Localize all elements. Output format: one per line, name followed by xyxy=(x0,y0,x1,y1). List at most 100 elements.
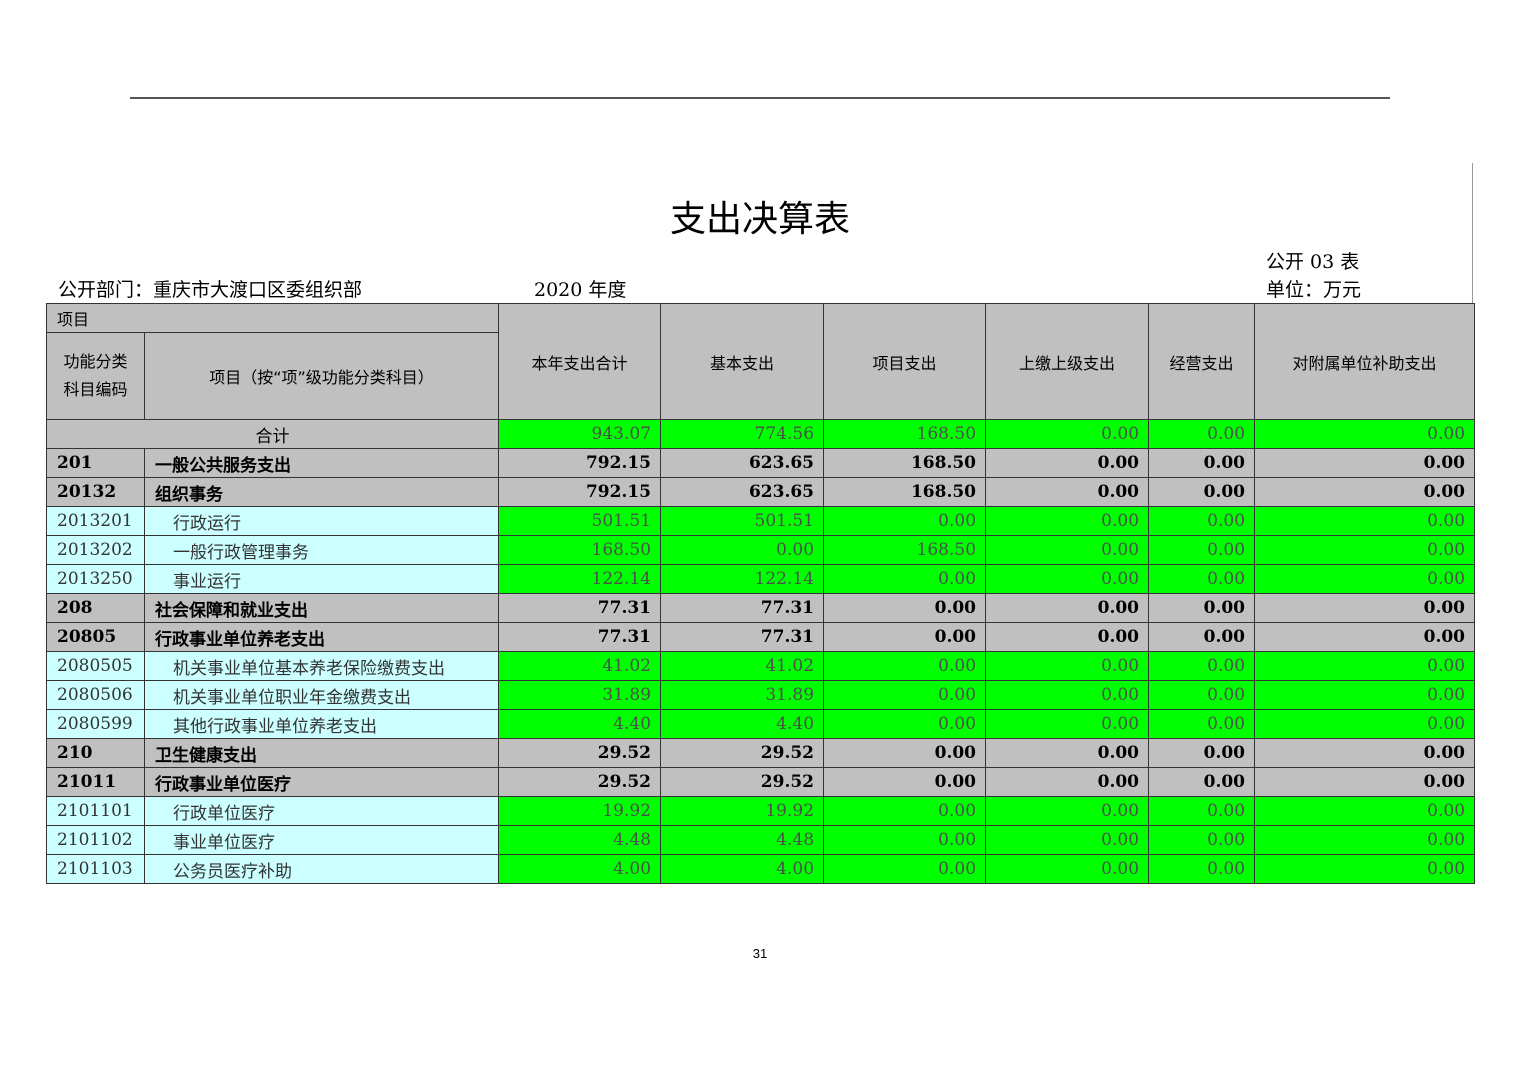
amount-cell: 168.50 xyxy=(823,477,987,507)
header-total: 本年支出合计 xyxy=(498,303,662,420)
amount-cell: 0.00 xyxy=(1148,680,1256,710)
page-number: 31 xyxy=(752,946,768,961)
amount-cell: 0.00 xyxy=(823,680,987,710)
amount-cell: 0.00 xyxy=(823,709,987,739)
amount-cell: 19.92 xyxy=(498,796,662,826)
table-row: 2013250 事业运行 122.14 122.14 0.00 0.00 0.00 0.00 xyxy=(46,564,1476,594)
subject-name: 行政运行 xyxy=(143,506,500,536)
amount-cell: 31.89 xyxy=(660,680,825,710)
amount-cell: 623.65 xyxy=(660,477,825,507)
amount-cell: 0.00 xyxy=(1148,854,1256,884)
table-row-category: 201 一般公共服务支出 792.15 623.65 168.50 0.00 0.00 0.0… xyxy=(46,448,1476,478)
amount-cell: 0.00 xyxy=(1148,564,1256,594)
amount-cell: 0.00 xyxy=(1148,593,1256,623)
table-row: 2080506 机关事业单位职业年金缴费支出 31.89 31.89 0.00 0.00 0… xyxy=(46,680,1476,710)
amount-cell: 77.31 xyxy=(660,622,825,652)
subject-name: 事业运行 xyxy=(143,564,500,594)
amount-cell: 0.00 xyxy=(1148,825,1256,855)
amount-cell: 0.00 xyxy=(823,622,987,652)
amount-cell: 0.00 xyxy=(1254,709,1476,739)
table-row: 2013202 一般行政管理事务 168.50 0.00 168.50 0.00 0.00 0… xyxy=(46,535,1476,565)
amount-cell: 0.00 xyxy=(985,709,1150,739)
amount-cell: 31.89 xyxy=(498,680,662,710)
amount-cell: 122.14 xyxy=(498,564,662,594)
total-cell: 0.00 xyxy=(1148,419,1256,449)
subject-code: 21011 xyxy=(46,767,145,797)
amount-cell: 4.00 xyxy=(660,854,825,884)
amount-cell: 0.00 xyxy=(985,506,1150,536)
subject-code: 2080599 xyxy=(46,709,145,739)
header-project-expense: 项目支出 xyxy=(823,303,987,420)
amount-cell: 4.40 xyxy=(498,709,662,739)
amount-cell: 501.51 xyxy=(660,506,825,536)
amount-cell: 0.00 xyxy=(823,506,987,536)
subject-name: 行政事业单位医疗 xyxy=(143,767,500,797)
amount-cell: 41.02 xyxy=(498,651,662,681)
table-row-category: 208 社会保障和就业支出 77.31 77.31 0.00 0.00 0.00 0.00 xyxy=(46,593,1476,623)
total-cell: 168.50 xyxy=(823,419,987,449)
header-subsidiary: 对附属单位补助支出 xyxy=(1254,303,1476,420)
table-row-category: 21011 行政事业单位医疗 29.52 29.52 0.00 0.00 0.00 0.00 xyxy=(46,767,1476,797)
amount-cell: 0.00 xyxy=(1148,767,1256,797)
table-row: 2013201 行政运行 501.51 501.51 0.00 0.00 0.00 0.00 xyxy=(46,506,1476,536)
table-row: 2080505 机关事业单位基本养老保险缴费支出 41.02 41.02 0.00 0.0… xyxy=(46,651,1476,681)
amount-cell: 41.02 xyxy=(660,651,825,681)
amount-cell: 0.00 xyxy=(1254,448,1476,478)
amount-cell: 0.00 xyxy=(1254,651,1476,681)
total-cell: 943.07 xyxy=(498,419,662,449)
subject-code: 208 xyxy=(46,593,145,623)
subject-name: 公务员医疗补助 xyxy=(143,854,500,884)
subject-code: 2013202 xyxy=(46,535,145,565)
header-code: 功能分类科目编码 xyxy=(46,332,145,420)
amount-cell: 0.00 xyxy=(1148,738,1256,768)
header-business: 经营支出 xyxy=(1148,303,1256,420)
amount-cell: 168.50 xyxy=(498,535,662,565)
amount-cell: 0.00 xyxy=(660,535,825,565)
amount-cell: 792.15 xyxy=(498,477,662,507)
amount-cell: 0.00 xyxy=(1148,651,1256,681)
expenditure-table: 项目 本年支出合计 基本支出 项目支出 上缴上级支出 经营支出 对附属单位补助支… xyxy=(45,303,1476,884)
subject-name: 事业单位医疗 xyxy=(143,825,500,855)
amount-cell: 0.00 xyxy=(1254,622,1476,652)
amount-cell: 0.00 xyxy=(1254,506,1476,536)
subject-name: 机关事业单位基本养老保险缴费支出 xyxy=(143,651,500,681)
amount-cell: 0.00 xyxy=(985,738,1150,768)
amount-cell: 0.00 xyxy=(1148,622,1256,652)
amount-cell: 0.00 xyxy=(823,651,987,681)
amount-cell: 0.00 xyxy=(823,854,987,884)
amount-cell: 0.00 xyxy=(1254,825,1476,855)
department-label: 公开部门：重庆市大渡口区委组织部 xyxy=(58,279,363,301)
amount-cell: 0.00 xyxy=(985,796,1150,826)
amount-cell: 0.00 xyxy=(985,593,1150,623)
amount-cell: 0.00 xyxy=(823,738,987,768)
table-row-category: 20132 组织事务 792.15 623.65 168.50 0.00 0.00 0.00 xyxy=(46,477,1476,507)
table-row: 2101103 公务员医疗补助 4.00 4.00 0.00 0.00 0.00 0.00 xyxy=(46,854,1476,884)
header-basic: 基本支出 xyxy=(660,303,825,420)
amount-cell: 0.00 xyxy=(1254,738,1476,768)
subject-code: 210 xyxy=(46,738,145,768)
subject-code: 2013201 xyxy=(46,506,145,536)
subject-code: 2101103 xyxy=(46,854,145,884)
amount-cell: 0.00 xyxy=(985,767,1150,797)
amount-cell: 0.00 xyxy=(985,477,1150,507)
subject-code: 2101102 xyxy=(46,825,145,855)
amount-cell: 0.00 xyxy=(1148,448,1256,478)
amount-cell: 0.00 xyxy=(823,593,987,623)
amount-cell: 0.00 xyxy=(823,767,987,797)
subject-name: 机关事业单位职业年金缴费支出 xyxy=(143,680,500,710)
subject-name: 一般公共服务支出 xyxy=(143,448,500,478)
table-row-category: 20805 行政事业单位养老支出 77.31 77.31 0.00 0.00 0.00 0.0… xyxy=(46,622,1476,652)
header-project: 项目 xyxy=(45,303,500,333)
total-cell: 774.56 xyxy=(660,419,825,449)
total-cell: 0.00 xyxy=(1254,419,1476,449)
table-row-category: 210 卫生健康支出 29.52 29.52 0.00 0.00 0.00 0.00 xyxy=(46,738,1476,768)
amount-cell: 501.51 xyxy=(498,506,662,536)
table-row: 2101102 事业单位医疗 4.48 4.48 0.00 0.00 0.00 0.00 xyxy=(46,825,1476,855)
amount-cell: 0.00 xyxy=(1148,796,1256,826)
total-cell: 0.00 xyxy=(985,419,1150,449)
amount-cell: 0.00 xyxy=(985,564,1150,594)
amount-cell: 4.48 xyxy=(498,825,662,855)
amount-cell: 0.00 xyxy=(1254,854,1476,884)
amount-cell: 4.00 xyxy=(498,854,662,884)
amount-cell: 0.00 xyxy=(1148,477,1256,507)
